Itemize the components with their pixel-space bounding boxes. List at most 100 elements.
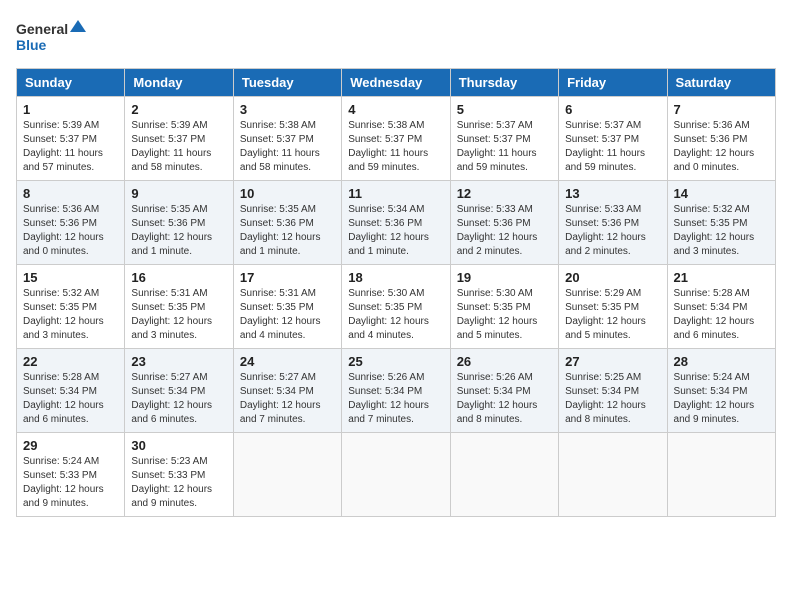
day-info: Sunrise: 5:26 AM Sunset: 5:34 PM Dayligh… <box>457 371 552 427</box>
svg-text:Blue: Blue <box>16 37 47 53</box>
calendar-cell: 28 Sunrise: 5:24 AM Sunset: 5:34 PM Dayl… <box>667 349 775 433</box>
calendar-header-row: SundayMondayTuesdayWednesdayThursdayFrid… <box>17 69 776 97</box>
calendar-cell <box>667 433 775 517</box>
day-number: 13 <box>565 186 660 201</box>
calendar-cell: 2 Sunrise: 5:39 AM Sunset: 5:37 PM Dayli… <box>125 97 233 181</box>
calendar-cell: 4 Sunrise: 5:38 AM Sunset: 5:37 PM Dayli… <box>342 97 450 181</box>
calendar-cell: 27 Sunrise: 5:25 AM Sunset: 5:34 PM Dayl… <box>559 349 667 433</box>
day-number: 23 <box>131 354 226 369</box>
day-number: 18 <box>348 270 443 285</box>
day-number: 27 <box>565 354 660 369</box>
day-number: 9 <box>131 186 226 201</box>
day-info: Sunrise: 5:27 AM Sunset: 5:34 PM Dayligh… <box>240 371 335 427</box>
calendar-cell: 6 Sunrise: 5:37 AM Sunset: 5:37 PM Dayli… <box>559 97 667 181</box>
calendar-cell: 11 Sunrise: 5:34 AM Sunset: 5:36 PM Dayl… <box>342 181 450 265</box>
calendar-cell: 5 Sunrise: 5:37 AM Sunset: 5:37 PM Dayli… <box>450 97 558 181</box>
calendar-cell: 1 Sunrise: 5:39 AM Sunset: 5:37 PM Dayli… <box>17 97 125 181</box>
day-info: Sunrise: 5:39 AM Sunset: 5:37 PM Dayligh… <box>131 119 226 175</box>
day-number: 12 <box>457 186 552 201</box>
day-info: Sunrise: 5:26 AM Sunset: 5:34 PM Dayligh… <box>348 371 443 427</box>
day-info: Sunrise: 5:31 AM Sunset: 5:35 PM Dayligh… <box>240 287 335 343</box>
day-number: 16 <box>131 270 226 285</box>
calendar-table: SundayMondayTuesdayWednesdayThursdayFrid… <box>16 68 776 517</box>
day-info: Sunrise: 5:38 AM Sunset: 5:37 PM Dayligh… <box>348 119 443 175</box>
weekday-header-tuesday: Tuesday <box>233 69 341 97</box>
calendar-cell: 21 Sunrise: 5:28 AM Sunset: 5:34 PM Dayl… <box>667 265 775 349</box>
svg-text:General: General <box>16 21 68 37</box>
day-number: 19 <box>457 270 552 285</box>
day-number: 5 <box>457 102 552 117</box>
calendar-cell: 29 Sunrise: 5:24 AM Sunset: 5:33 PM Dayl… <box>17 433 125 517</box>
day-number: 25 <box>348 354 443 369</box>
day-number: 10 <box>240 186 335 201</box>
day-number: 28 <box>674 354 769 369</box>
day-number: 22 <box>23 354 118 369</box>
day-info: Sunrise: 5:36 AM Sunset: 5:36 PM Dayligh… <box>674 119 769 175</box>
day-info: Sunrise: 5:30 AM Sunset: 5:35 PM Dayligh… <box>348 287 443 343</box>
day-number: 4 <box>348 102 443 117</box>
calendar-cell: 14 Sunrise: 5:32 AM Sunset: 5:35 PM Dayl… <box>667 181 775 265</box>
day-info: Sunrise: 5:29 AM Sunset: 5:35 PM Dayligh… <box>565 287 660 343</box>
calendar-cell: 16 Sunrise: 5:31 AM Sunset: 5:35 PM Dayl… <box>125 265 233 349</box>
day-number: 30 <box>131 438 226 453</box>
day-info: Sunrise: 5:28 AM Sunset: 5:34 PM Dayligh… <box>23 371 118 427</box>
day-info: Sunrise: 5:30 AM Sunset: 5:35 PM Dayligh… <box>457 287 552 343</box>
day-info: Sunrise: 5:34 AM Sunset: 5:36 PM Dayligh… <box>348 203 443 259</box>
day-info: Sunrise: 5:33 AM Sunset: 5:36 PM Dayligh… <box>565 203 660 259</box>
day-info: Sunrise: 5:25 AM Sunset: 5:34 PM Dayligh… <box>565 371 660 427</box>
weekday-header-wednesday: Wednesday <box>342 69 450 97</box>
day-number: 14 <box>674 186 769 201</box>
day-info: Sunrise: 5:35 AM Sunset: 5:36 PM Dayligh… <box>240 203 335 259</box>
calendar-cell: 10 Sunrise: 5:35 AM Sunset: 5:36 PM Dayl… <box>233 181 341 265</box>
day-number: 17 <box>240 270 335 285</box>
day-number: 6 <box>565 102 660 117</box>
page-header: General Blue <box>16 16 776 56</box>
day-info: Sunrise: 5:27 AM Sunset: 5:34 PM Dayligh… <box>131 371 226 427</box>
day-info: Sunrise: 5:37 AM Sunset: 5:37 PM Dayligh… <box>457 119 552 175</box>
calendar-cell: 12 Sunrise: 5:33 AM Sunset: 5:36 PM Dayl… <box>450 181 558 265</box>
day-number: 1 <box>23 102 118 117</box>
calendar-cell: 3 Sunrise: 5:38 AM Sunset: 5:37 PM Dayli… <box>233 97 341 181</box>
calendar-cell: 17 Sunrise: 5:31 AM Sunset: 5:35 PM Dayl… <box>233 265 341 349</box>
calendar-cell: 25 Sunrise: 5:26 AM Sunset: 5:34 PM Dayl… <box>342 349 450 433</box>
day-number: 20 <box>565 270 660 285</box>
day-info: Sunrise: 5:28 AM Sunset: 5:34 PM Dayligh… <box>674 287 769 343</box>
day-info: Sunrise: 5:24 AM Sunset: 5:33 PM Dayligh… <box>23 455 118 511</box>
logo: General Blue <box>16 16 86 56</box>
calendar-cell <box>342 433 450 517</box>
weekday-header-thursday: Thursday <box>450 69 558 97</box>
calendar-cell: 22 Sunrise: 5:28 AM Sunset: 5:34 PM Dayl… <box>17 349 125 433</box>
day-info: Sunrise: 5:35 AM Sunset: 5:36 PM Dayligh… <box>131 203 226 259</box>
day-number: 8 <box>23 186 118 201</box>
weekday-header-saturday: Saturday <box>667 69 775 97</box>
day-info: Sunrise: 5:37 AM Sunset: 5:37 PM Dayligh… <box>565 119 660 175</box>
calendar-cell: 9 Sunrise: 5:35 AM Sunset: 5:36 PM Dayli… <box>125 181 233 265</box>
calendar-cell: 30 Sunrise: 5:23 AM Sunset: 5:33 PM Dayl… <box>125 433 233 517</box>
day-number: 24 <box>240 354 335 369</box>
calendar-cell <box>450 433 558 517</box>
calendar-cell: 26 Sunrise: 5:26 AM Sunset: 5:34 PM Dayl… <box>450 349 558 433</box>
day-info: Sunrise: 5:36 AM Sunset: 5:36 PM Dayligh… <box>23 203 118 259</box>
day-number: 29 <box>23 438 118 453</box>
day-info: Sunrise: 5:24 AM Sunset: 5:34 PM Dayligh… <box>674 371 769 427</box>
weekday-header-sunday: Sunday <box>17 69 125 97</box>
calendar-cell: 19 Sunrise: 5:30 AM Sunset: 5:35 PM Dayl… <box>450 265 558 349</box>
day-number: 2 <box>131 102 226 117</box>
day-number: 21 <box>674 270 769 285</box>
day-info: Sunrise: 5:39 AM Sunset: 5:37 PM Dayligh… <box>23 119 118 175</box>
calendar-cell: 18 Sunrise: 5:30 AM Sunset: 5:35 PM Dayl… <box>342 265 450 349</box>
day-number: 3 <box>240 102 335 117</box>
calendar-cell: 7 Sunrise: 5:36 AM Sunset: 5:36 PM Dayli… <box>667 97 775 181</box>
day-info: Sunrise: 5:32 AM Sunset: 5:35 PM Dayligh… <box>23 287 118 343</box>
calendar-cell <box>559 433 667 517</box>
calendar-cell: 13 Sunrise: 5:33 AM Sunset: 5:36 PM Dayl… <box>559 181 667 265</box>
calendar-cell: 8 Sunrise: 5:36 AM Sunset: 5:36 PM Dayli… <box>17 181 125 265</box>
calendar-cell: 20 Sunrise: 5:29 AM Sunset: 5:35 PM Dayl… <box>559 265 667 349</box>
calendar-cell: 15 Sunrise: 5:32 AM Sunset: 5:35 PM Dayl… <box>17 265 125 349</box>
weekday-header-friday: Friday <box>559 69 667 97</box>
day-number: 26 <box>457 354 552 369</box>
calendar-cell: 23 Sunrise: 5:27 AM Sunset: 5:34 PM Dayl… <box>125 349 233 433</box>
weekday-header-monday: Monday <box>125 69 233 97</box>
day-number: 15 <box>23 270 118 285</box>
day-info: Sunrise: 5:23 AM Sunset: 5:33 PM Dayligh… <box>131 455 226 511</box>
